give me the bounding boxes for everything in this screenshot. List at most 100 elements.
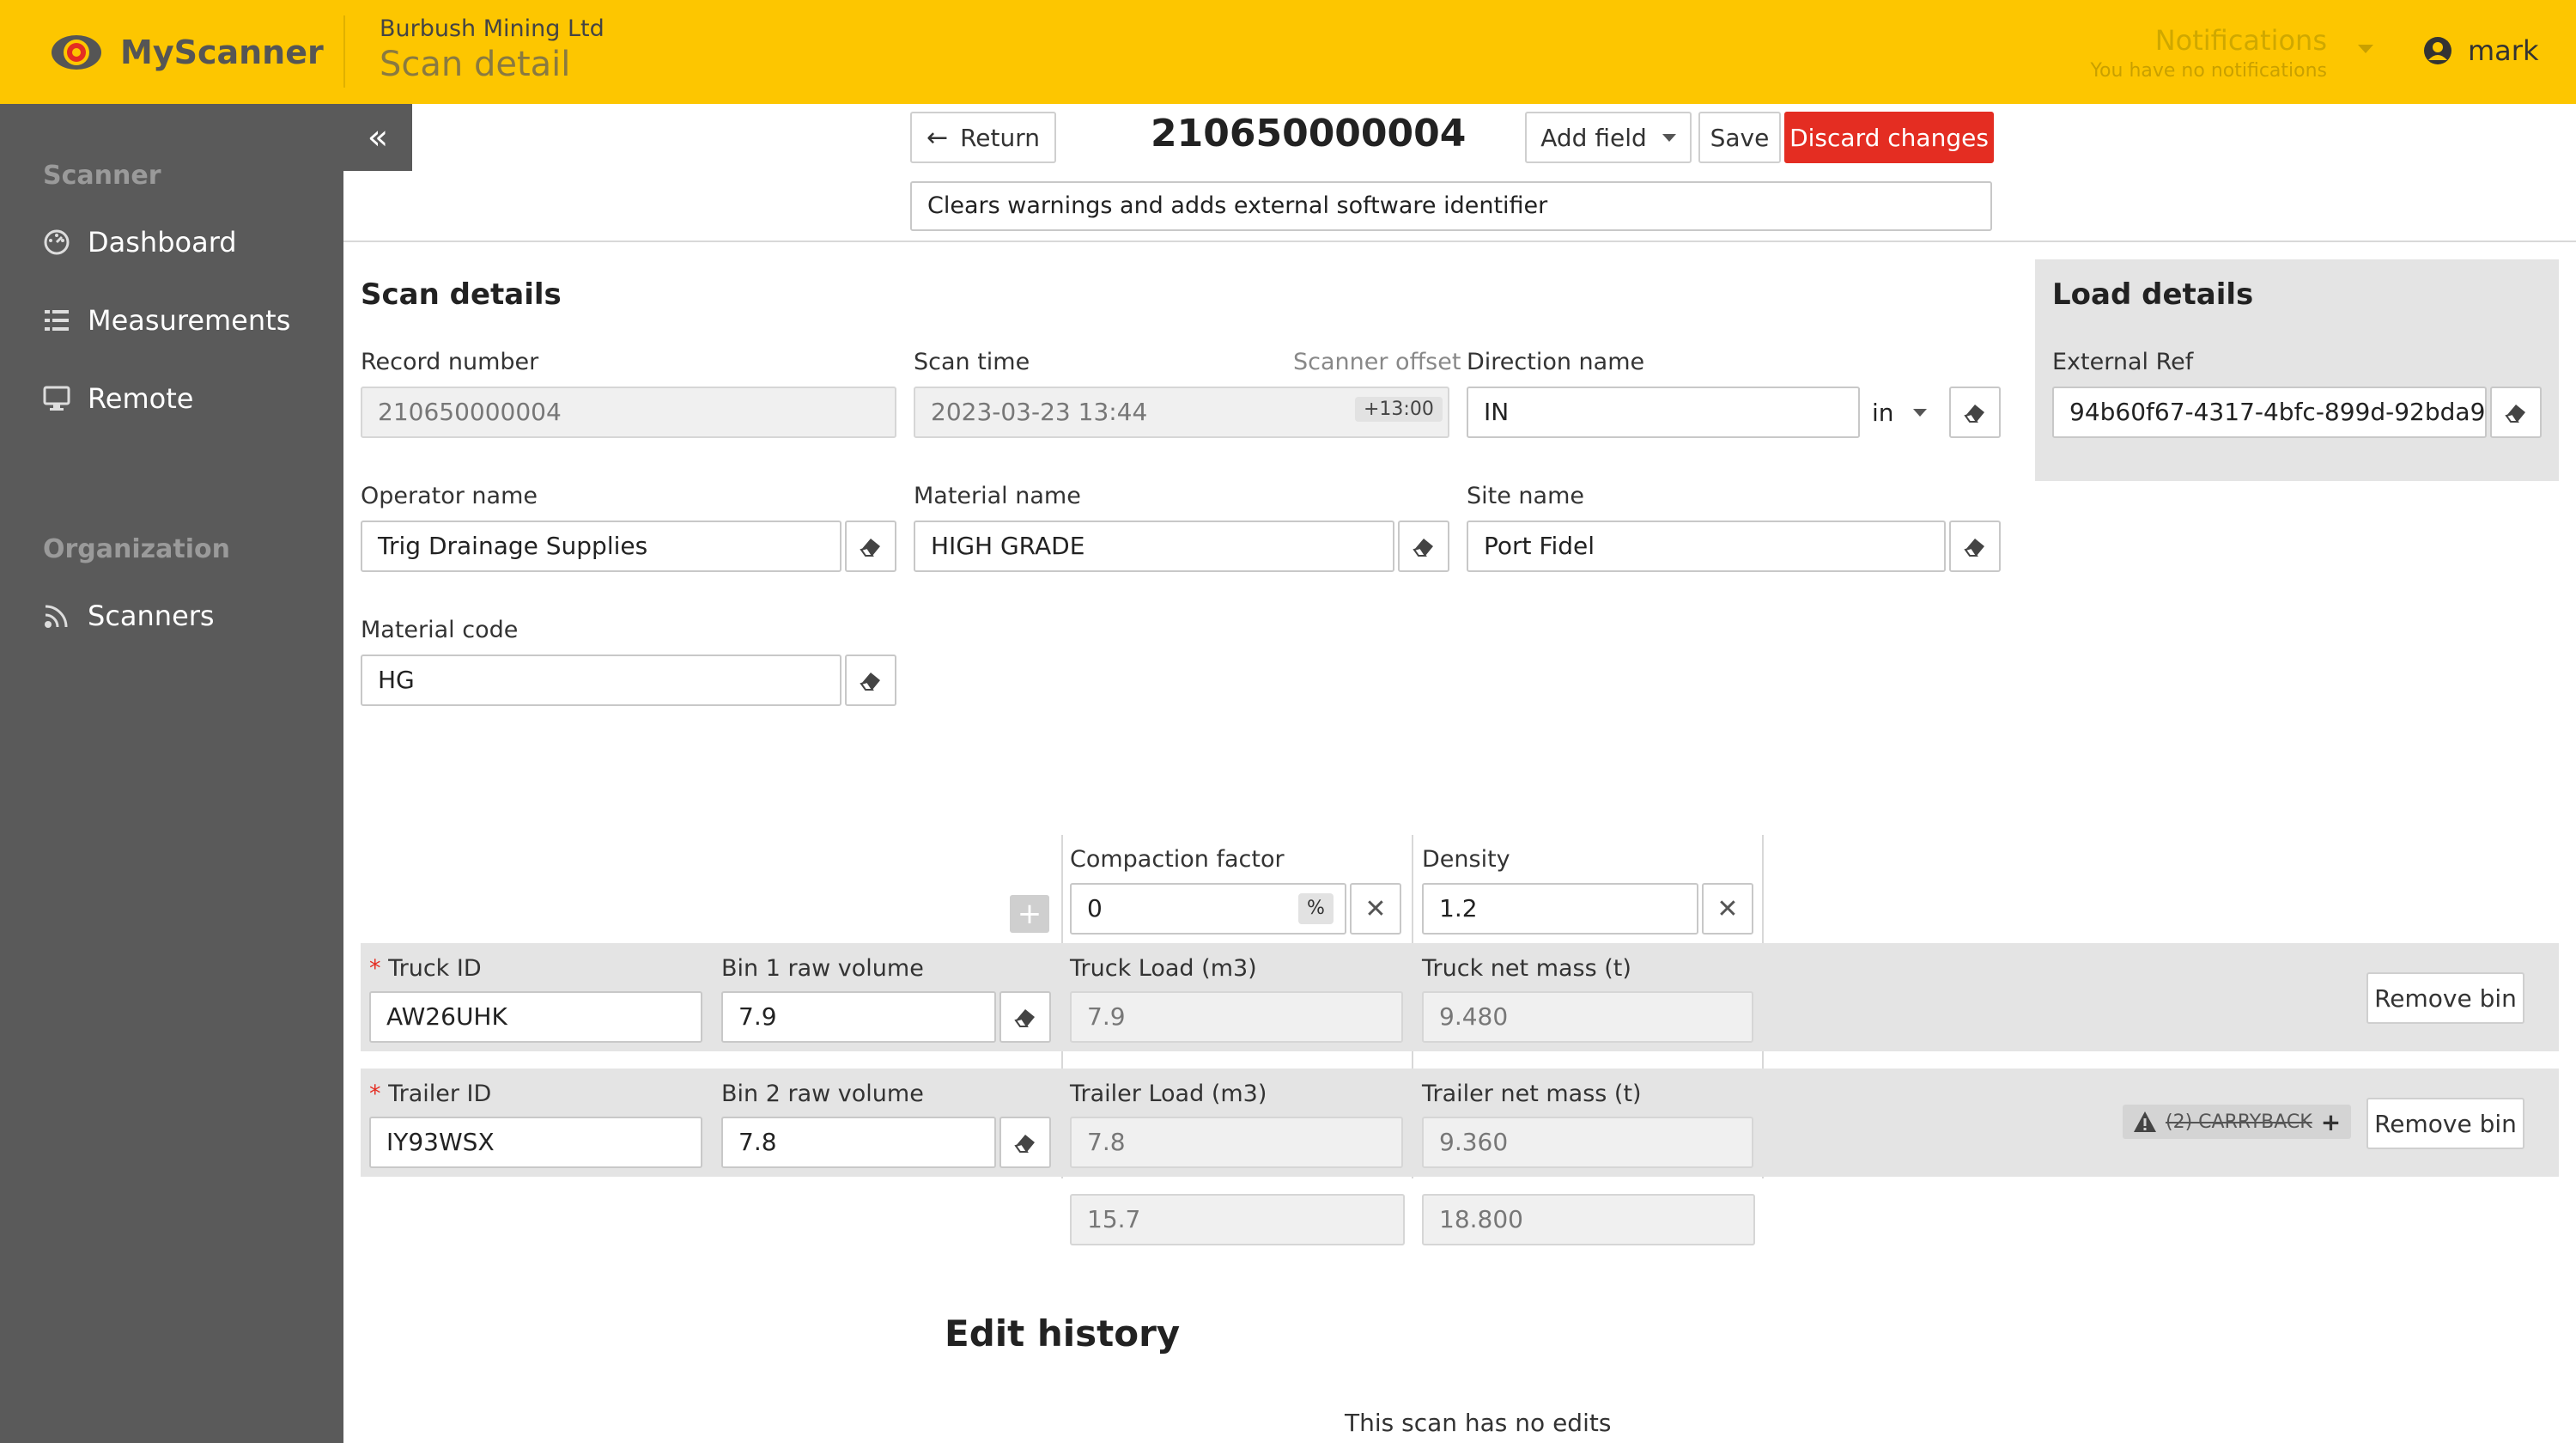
edit-history-empty-text: This scan has no edits [1345, 1409, 1612, 1437]
external-ref-input[interactable]: 94b60f67-4317-4bfc-899d-92bda9d2 [2052, 387, 2487, 438]
eraser-icon [1413, 539, 1433, 557]
density-input[interactable]: 1.2 [1422, 883, 1698, 935]
remove-bin-label: Remove bin [2374, 983, 2517, 1013]
sidebar-item-dashboard[interactable]: Dashboard [43, 226, 237, 259]
plus-icon: + [1017, 897, 1042, 931]
remove-bin-1-button[interactable]: Remove bin [2366, 972, 2524, 1024]
clear-bin-1-volume-button[interactable] [999, 991, 1051, 1043]
material-name-label: Material name [914, 483, 1081, 509]
add-column-button[interactable]: + [1010, 895, 1049, 933]
material-code-label: Material code [361, 617, 519, 643]
bin-1-raw-volume-label: Bin 1 raw volume [721, 955, 924, 982]
user-menu[interactable]: mark [2423, 34, 2538, 67]
scanner-offset-label: Scanner offset [1293, 349, 1461, 375]
clear-bin-2-volume-button[interactable] [999, 1117, 1051, 1168]
direction-name-input[interactable]: IN [1467, 387, 1860, 438]
caret-down-icon [1662, 133, 1676, 142]
sidebar-item-measurements[interactable]: Measurements [43, 304, 290, 337]
record-title: 210650000004 [1151, 112, 1467, 155]
sidebar-section-organization: Organization [43, 534, 230, 564]
warning-icon [2134, 1111, 2156, 1132]
sidebar-item-label: Remote [88, 382, 194, 415]
close-icon: ✕ [1716, 893, 1739, 924]
record-number-label: Record number [361, 349, 539, 375]
sidebar-section-scanner: Scanner [43, 161, 161, 191]
carryback-warning-tag[interactable]: (2) CARRYBACK + [2123, 1105, 2352, 1139]
chevron-down-icon[interactable] [2358, 45, 2373, 53]
remove-bin-2-button[interactable]: Remove bin [2366, 1098, 2524, 1149]
sidebar-item-label: Measurements [88, 304, 291, 337]
gauge-icon [44, 229, 70, 255]
collapse-sidebar-button[interactable]: « [343, 104, 412, 171]
clear-external-ref-button[interactable] [2490, 387, 2542, 438]
add-field-label: Add field [1540, 123, 1647, 152]
material-code-input[interactable]: HG [361, 655, 841, 706]
clear-material-code-button[interactable] [845, 655, 896, 706]
site-name-label: Site name [1467, 483, 1584, 509]
app-logo[interactable]: MyScanner [50, 26, 324, 79]
username: mark [2468, 34, 2539, 67]
save-button-label: Save [1710, 123, 1770, 152]
eraser-icon [1964, 405, 1984, 423]
sidebar-item-scanners[interactable]: Scanners [43, 600, 215, 632]
eraser-icon [2505, 405, 2525, 423]
notifications-menu[interactable]: Notifications You have no notifications [2091, 24, 2327, 82]
arrow-left-icon: ← [926, 122, 949, 153]
scan-time-label: Scan time [914, 349, 1030, 375]
eraser-icon [1014, 1135, 1035, 1153]
eraser-icon [1964, 539, 1984, 557]
sidebar-item-remote[interactable]: Remote [43, 382, 193, 415]
bin-1-raw-volume-input[interactable]: 7.9 [721, 991, 996, 1043]
plus-icon[interactable]: + [2321, 1108, 2341, 1136]
truck-load-label: Truck Load (m3) [1070, 955, 1257, 982]
direction-select-value: in [1872, 398, 1894, 427]
offset-badge: +13:00 [1355, 397, 1443, 422]
material-name-input[interactable]: HIGH GRADE [914, 521, 1394, 572]
total-load-field: 15.7 [1070, 1194, 1405, 1245]
discard-button-label: Discard changes [1789, 123, 1989, 152]
operator-name-label: Operator name [361, 483, 538, 509]
clear-operator-button[interactable] [845, 521, 896, 572]
clear-direction-button[interactable] [1949, 387, 2001, 438]
edit-comment-input[interactable]: Clears warnings and adds external softwa… [910, 181, 1992, 231]
truck-net-mass-label: Truck net mass (t) [1422, 955, 1631, 982]
scan-time-value: 2023-03-23 13:44 [931, 398, 1148, 426]
operator-name-input[interactable]: Trig Drainage Supplies [361, 521, 841, 572]
scanner-eye-icon [50, 26, 103, 79]
compaction-factor-label: Compaction factor [1070, 846, 1285, 873]
truck-id-input[interactable]: AW26UHK [369, 991, 702, 1043]
list-icon [45, 310, 69, 331]
bin-2-raw-volume-input[interactable]: 7.8 [721, 1117, 996, 1168]
clear-site-button[interactable] [1949, 521, 2001, 572]
direction-name-label: Direction name [1467, 349, 1645, 375]
truck-load-field: 7.9 [1070, 991, 1403, 1043]
return-button[interactable]: ← Return [910, 112, 1056, 163]
density-label: Density [1422, 846, 1510, 873]
external-ref-label: External Ref [2052, 349, 2194, 375]
clear-material-name-button[interactable] [1398, 521, 1449, 572]
truck-id-label: * Truck ID [369, 955, 482, 982]
discard-changes-button[interactable]: Discard changes [1784, 112, 1994, 163]
notifications-title: Notifications [2154, 24, 2327, 57]
bin-2-raw-volume-label: Bin 2 raw volume [721, 1081, 924, 1107]
site-name-input[interactable]: Port Fidel [1467, 521, 1946, 572]
save-button[interactable]: Save [1698, 112, 1781, 163]
rss-icon [45, 605, 68, 628]
truck-net-mass-field: 9.480 [1422, 991, 1753, 1043]
remove-compaction-button[interactable]: ✕ [1350, 883, 1401, 935]
remove-density-button[interactable]: ✕ [1702, 883, 1753, 935]
notifications-subtitle: You have no notifications [2090, 60, 2327, 82]
caret-down-icon [1912, 408, 1927, 417]
add-field-button[interactable]: Add field [1525, 112, 1692, 163]
sidebar: Scanner Dashboard Measurements Remote Or… [0, 104, 343, 1443]
trailer-id-input[interactable]: IY93WSX [369, 1117, 702, 1168]
sidebar-item-label: Scanners [88, 600, 215, 632]
trailer-load-field: 7.8 [1070, 1117, 1403, 1168]
scan-details-title: Scan details [361, 277, 562, 312]
user-icon [2424, 37, 2451, 64]
toolbar-divider [343, 240, 2576, 242]
sidebar-item-label: Dashboard [88, 226, 237, 259]
organization-name: Burbush Mining Ltd [380, 15, 605, 42]
eraser-icon [860, 539, 880, 557]
direction-select[interactable]: in [1858, 388, 1944, 436]
